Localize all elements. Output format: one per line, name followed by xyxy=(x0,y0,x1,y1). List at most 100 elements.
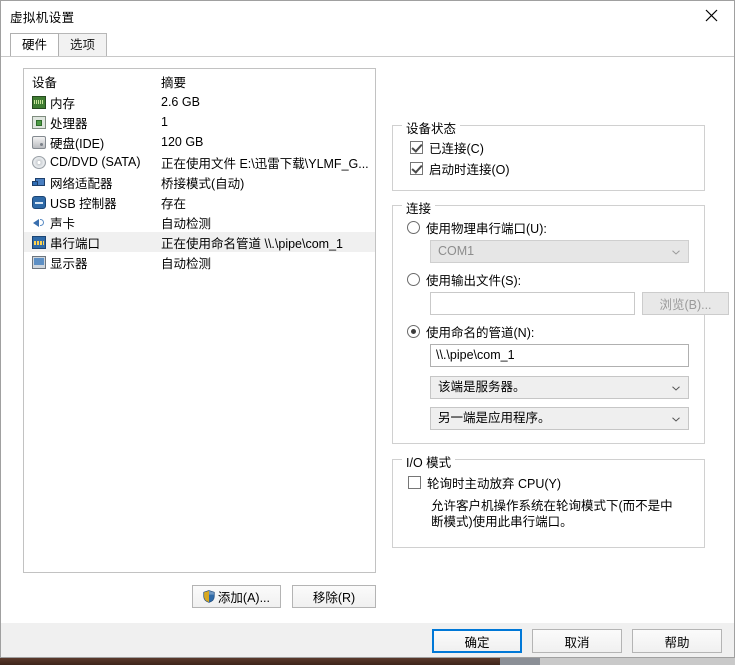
checkbox-connect-at-power-on-box xyxy=(410,162,423,175)
tab-options[interactable]: 选项 xyxy=(58,33,108,56)
named-pipe-input[interactable]: \\.\pipe\com_1 xyxy=(430,344,689,367)
device-summary-cell: 正在使用文件 E:\迅雷下载\YLMF_G... xyxy=(161,156,369,171)
window-title: 虚拟机设置 xyxy=(10,10,75,25)
device-summary-cell: 120 GB xyxy=(161,135,204,149)
usb-controller-icon xyxy=(32,195,46,209)
radio-use-output-file-label: 使用输出文件(S): xyxy=(426,274,522,288)
help-button[interactable]: 帮助 xyxy=(632,629,722,653)
device-list[interactable]: 设备 摘要 内存 2.6 GB 处理器 1 硬盘(IDE) 120 GB CD/… xyxy=(23,68,376,573)
background-window-gray xyxy=(500,658,540,665)
memory-icon xyxy=(32,95,46,109)
network-adapter-icon xyxy=(32,176,46,189)
device-label: CD/DVD (SATA) xyxy=(50,155,141,169)
device-name-cell: 网络适配器 xyxy=(24,173,157,192)
ok-button[interactable]: 确定 xyxy=(432,629,522,653)
column-header-summary: 摘要 xyxy=(161,76,187,90)
checkbox-connected[interactable]: 已连接(C) xyxy=(410,138,484,157)
background-window-dark xyxy=(0,658,500,665)
io-mode-help-text: 允许客户机操作系统在轮询模式下(而不是中断模式)使用此串行端口。 xyxy=(431,499,673,529)
io-mode-legend: I/O 模式 xyxy=(402,452,456,471)
device-list-header: 设备 摘要 xyxy=(24,69,375,92)
table-row[interactable]: 声卡 自动检测 xyxy=(24,212,375,232)
radio-use-named-pipe-dot xyxy=(407,325,420,338)
processor-icon xyxy=(32,115,46,129)
physical-port-select[interactable]: COM1 xyxy=(430,240,689,263)
checkbox-yield-cpu[interactable]: 轮询时主动放弃 CPU(Y) xyxy=(408,473,561,492)
background-window-strip xyxy=(0,658,735,665)
chevron-down-icon xyxy=(672,250,680,255)
tab-strip: 硬件 选项 xyxy=(1,31,734,56)
add-device-label: 添加(A)... xyxy=(217,591,270,605)
checkbox-connected-box xyxy=(410,141,423,154)
device-name-cell: 内存 xyxy=(24,93,157,112)
display-icon xyxy=(32,255,46,269)
chevron-down-icon xyxy=(672,386,680,391)
pipe-other-end-role-value: 另一端是应用程序。 xyxy=(438,411,551,425)
device-label: 网络适配器 xyxy=(50,176,113,191)
close-glyph xyxy=(705,9,718,22)
chevron-down-icon xyxy=(672,417,680,422)
column-header-device: 设备 xyxy=(32,76,58,90)
device-name-cell: CD/DVD (SATA) xyxy=(24,155,157,169)
dialog-content: 设备 摘要 内存 2.6 GB 处理器 1 硬盘(IDE) 120 GB CD/… xyxy=(1,56,734,623)
table-row[interactable]: 硬盘(IDE) 120 GB xyxy=(24,132,375,152)
table-row[interactable]: USB 控制器 存在 xyxy=(24,192,375,212)
device-name-cell: 硬盘(IDE) xyxy=(24,133,157,152)
table-row[interactable]: 处理器 1 xyxy=(24,112,375,132)
device-summary-cell: 桥接模式(自动) xyxy=(161,176,245,191)
checkbox-connected-label: 已连接(C) xyxy=(429,142,484,156)
physical-port-value: COM1 xyxy=(438,244,475,258)
checkbox-yield-cpu-box xyxy=(408,476,421,489)
device-name-cell: 声卡 xyxy=(24,213,157,232)
checkbox-connect-at-power-on-label: 启动时连接(O) xyxy=(429,163,510,177)
output-file-input[interactable] xyxy=(430,292,635,315)
remove-device-button[interactable]: 移除(R) xyxy=(292,585,376,608)
radio-use-physical-port-label: 使用物理串行端口(U): xyxy=(426,222,547,236)
device-summary-cell: 自动检测 xyxy=(161,256,212,271)
cd-dvd-icon xyxy=(32,155,46,169)
device-status-group: 设备状态 已连接(C) 启动时连接(O) xyxy=(392,118,705,191)
shield-icon xyxy=(203,590,215,603)
radio-use-output-file-dot xyxy=(407,273,420,286)
pipe-other-end-role-select[interactable]: 另一端是应用程序。 xyxy=(430,407,689,430)
cancel-button[interactable]: 取消 xyxy=(532,629,622,653)
connection-group: 连接 使用物理串行端口(U): COM1 使用输出文件(S): 浏览(B)... xyxy=(392,198,729,444)
device-label: 声卡 xyxy=(50,216,76,231)
dialog-footer: 确定 取消 帮助 xyxy=(1,623,734,657)
device-summary-cell: 2.6 GB xyxy=(161,95,200,109)
io-mode-group: I/O 模式 轮询时主动放弃 CPU(Y) 允许客户机操作系统在轮询模式下(而不… xyxy=(392,452,705,548)
title-bar: 虚拟机设置 xyxy=(1,1,734,31)
dialog-buttons: 确定 取消 帮助 xyxy=(432,629,722,653)
radio-use-output-file[interactable]: 使用输出文件(S): xyxy=(407,270,521,289)
sound-card-icon xyxy=(32,216,46,229)
checkbox-connect-at-power-on[interactable]: 启动时连接(O) xyxy=(410,159,510,178)
radio-use-physical-port[interactable]: 使用物理串行端口(U): xyxy=(407,218,547,237)
radio-use-physical-port-dot xyxy=(407,221,420,234)
pipe-end-role-value: 该端是服务器。 xyxy=(438,380,526,394)
device-summary-cell: 存在 xyxy=(161,196,187,211)
device-name-cell: USB 控制器 xyxy=(24,193,157,212)
radio-use-named-pipe[interactable]: 使用命名的管道(N): xyxy=(407,322,534,341)
close-icon[interactable] xyxy=(689,1,734,30)
device-label: 处理器 xyxy=(50,116,88,131)
table-row[interactable]: 内存 2.6 GB xyxy=(24,92,375,112)
pipe-end-role-select[interactable]: 该端是服务器。 xyxy=(430,376,689,399)
device-label: 显示器 xyxy=(50,256,88,271)
device-label: 内存 xyxy=(50,96,76,111)
table-row-selected[interactable]: 串行端口 正在使用命名管道 \\.\pipe\com_1 xyxy=(24,232,375,252)
hard-disk-icon xyxy=(32,135,46,149)
vm-settings-window: 虚拟机设置 硬件 选项 设备 摘要 内存 2.6 GB 处理器 1 硬盘(IDE… xyxy=(0,0,735,658)
browse-button[interactable]: 浏览(B)... xyxy=(642,292,729,315)
device-label: 硬盘(IDE) xyxy=(50,136,105,151)
device-name-cell: 处理器 xyxy=(24,113,157,132)
device-label: USB 控制器 xyxy=(50,196,117,211)
device-summary-cell: 自动检测 xyxy=(161,216,212,231)
table-row[interactable]: 网络适配器 桥接模式(自动) xyxy=(24,172,375,192)
tab-hardware[interactable]: 硬件 xyxy=(10,33,60,56)
checkbox-yield-cpu-label: 轮询时主动放弃 CPU(Y) xyxy=(427,477,562,491)
table-row[interactable]: 显示器 自动检测 xyxy=(24,252,375,272)
table-row[interactable]: CD/DVD (SATA) 正在使用文件 E:\迅雷下载\YLMF_G... xyxy=(24,152,375,172)
add-device-button[interactable]: 添加(A)... xyxy=(191,585,281,608)
device-summary-cell: 正在使用命名管道 \\.\pipe\com_1 xyxy=(161,236,343,251)
device-list-actions: 添加(A)... 移除(R) xyxy=(23,585,376,608)
